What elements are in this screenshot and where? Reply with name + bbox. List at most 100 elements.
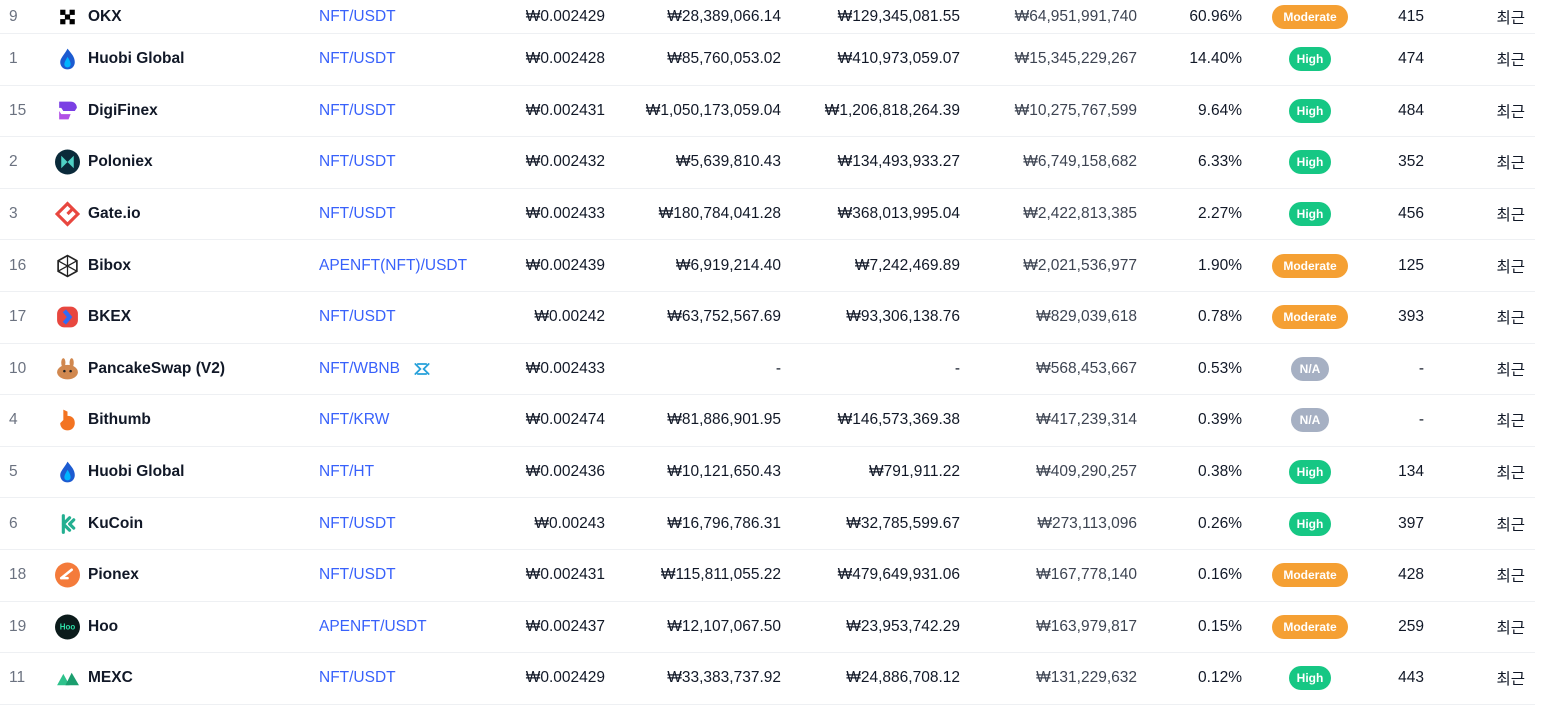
table-row[interactable]: 17 BKEX NFT/USDT ₩0.00242 ₩63,752,567.69 ₩93,… xyxy=(0,292,1535,344)
volume-cell: ₩2,021,536,977 xyxy=(1023,256,1137,274)
exchange-name-link[interactable]: Poloniex xyxy=(88,153,153,171)
depth-plus-cell: ₩85,760,053.02 xyxy=(667,50,781,68)
pionex-logo xyxy=(55,562,80,588)
pair-link[interactable]: NFT/HT xyxy=(319,463,374,481)
price-cell: ₩0.002428 xyxy=(525,50,605,68)
confidence-score-cell: 259 xyxy=(1398,617,1424,635)
confidence-score-cell: 415 xyxy=(1398,7,1424,25)
pair-link[interactable]: NFT/KRW xyxy=(319,411,389,429)
okx-logo xyxy=(55,4,80,29)
exchange-name-link[interactable]: Bithumb xyxy=(88,411,151,429)
price-cell: ₩0.002431 xyxy=(525,566,605,584)
liquidity-cell: N/A xyxy=(1272,408,1348,433)
liquidity-cell: Moderate xyxy=(1272,4,1348,29)
exchange-name-link[interactable]: MEXC xyxy=(88,669,133,687)
updated-cell: 최근 xyxy=(1496,258,1525,276)
exchange-name-link[interactable]: KuCoin xyxy=(88,515,143,533)
confidence-score-cell: 456 xyxy=(1398,205,1424,223)
liquidity-cell: High xyxy=(1272,202,1348,227)
table-row[interactable]: 3 Gate.io NFT/USDT ₩0.002433 ₩180,784,041.28… xyxy=(0,189,1535,241)
updated-cell: 최근 xyxy=(1496,52,1525,70)
liquidity-cell: High xyxy=(1272,98,1348,123)
volume-share-cell: 0.38% xyxy=(1198,463,1242,481)
table-row[interactable]: 15 DigiFinex NFT/USDT ₩0.002431 ₩1,050,173,0… xyxy=(0,86,1535,138)
dex-icon xyxy=(412,359,432,379)
price-cell: ₩0.00242 xyxy=(534,308,605,326)
price-cell: ₩0.002429 xyxy=(525,669,605,687)
table-row[interactable]: 6 KuCoin NFT/USDT ₩0.00243 ₩16,796,786.31 ₩32… xyxy=(0,498,1535,550)
pair-link[interactable]: NFT/USDT xyxy=(319,308,396,326)
depth-minus-cell: ₩24,886,708.12 xyxy=(846,669,960,687)
confidence-score-cell: 397 xyxy=(1398,514,1424,532)
updated-cell: 최근 xyxy=(1496,465,1525,483)
exchange-name-link[interactable]: DigiFinex xyxy=(88,102,158,120)
volume-cell: ₩417,239,314 xyxy=(1036,411,1137,429)
volume-cell: ₩64,951,991,740 xyxy=(1014,7,1137,25)
price-cell: ₩0.00243 xyxy=(534,514,605,532)
confidence-score-cell: - xyxy=(1418,359,1424,377)
table-row[interactable]: 1 Huobi Global NFT/USDT ₩0.002428 ₩85,760,05… xyxy=(0,34,1535,86)
table-row[interactable]: 10 PancakeSwap (V2) NFT/WBNB ₩0.002433 - - ₩56… xyxy=(0,344,1535,396)
pair-link[interactable]: APENFT(NFT)/USDT xyxy=(319,257,467,275)
pair-link[interactable]: NFT/USDT xyxy=(319,566,396,584)
depth-minus-cell: ₩368,013,995.04 xyxy=(837,205,960,223)
exchange-name-link[interactable]: Bibox xyxy=(88,257,131,275)
confidence-score-cell: 474 xyxy=(1398,50,1424,68)
exchange-name-link[interactable]: PancakeSwap (V2) xyxy=(88,360,225,378)
volume-cell: ₩409,290,257 xyxy=(1036,463,1137,481)
pair-link[interactable]: NFT/USDT xyxy=(319,515,396,533)
exchange-name-link[interactable]: Gate.io xyxy=(88,205,141,223)
huobi-logo xyxy=(55,47,80,72)
pair-link[interactable]: NFT/USDT xyxy=(319,153,396,171)
liquidity-badge: High xyxy=(1288,98,1332,123)
depth-plus-cell: ₩63,752,567.69 xyxy=(667,308,781,326)
table-row[interactable]: 19 Hoo Hoo APENFT/USDT ₩0.002437 ₩12,107,067.… xyxy=(0,602,1535,654)
confidence-score-cell: 134 xyxy=(1398,463,1424,481)
depth-plus-cell: ₩1,050,173,059.04 xyxy=(645,101,781,119)
updated-cell: 최근 xyxy=(1496,310,1525,328)
volume-cell: ₩568,453,667 xyxy=(1036,359,1137,377)
depth-plus-cell: ₩115,811,055.22 xyxy=(660,566,781,584)
depth-minus-cell: ₩93,306,138.76 xyxy=(846,308,960,326)
rank-cell: 18 xyxy=(9,566,27,584)
table-row[interactable]: 2 Poloniex NFT/USDT ₩0.002432 ₩5,639,810.43 ₩… xyxy=(0,137,1535,189)
table-row[interactable]: 18 Pionex NFT/USDT ₩0.002431 ₩115,811,055.22… xyxy=(0,550,1535,602)
pair-link[interactable]: NFT/USDT xyxy=(319,8,396,26)
depth-minus-cell: - xyxy=(954,359,960,377)
table-row[interactable]: 4 Bithumb NFT/KRW ₩0.002474 ₩81,886,901.95 ₩1… xyxy=(0,395,1535,447)
liquidity-cell: Moderate xyxy=(1272,614,1348,639)
exchange-name-link[interactable]: Huobi Global xyxy=(88,463,184,481)
exchange-name-link[interactable]: OKX xyxy=(88,8,122,26)
volume-share-cell: 0.53% xyxy=(1198,359,1242,377)
rank-cell: 2 xyxy=(9,153,18,171)
pair-link[interactable]: NFT/USDT xyxy=(319,205,396,223)
volume-share-cell: 14.40% xyxy=(1189,50,1242,68)
depth-plus-cell: ₩81,886,901.95 xyxy=(667,411,781,429)
pair-link[interactable]: NFT/WBNB xyxy=(319,360,400,378)
rank-cell: 15 xyxy=(9,101,27,119)
table-row[interactable]: 11 MEXC NFT/USDT ₩0.002429 ₩33,383,737.92 ₩24… xyxy=(0,653,1535,705)
exchange-name-link[interactable]: Hoo xyxy=(88,618,118,636)
table-row[interactable]: 16 Bibox APENFT(NFT)/USDT ₩0.002439 ₩6,919,2… xyxy=(0,240,1535,292)
table-row[interactable]: 5 Huobi Global NFT/HT ₩0.002436 ₩10,121,650.… xyxy=(0,447,1535,499)
updated-cell: 최근 xyxy=(1496,9,1525,27)
volume-cell: ₩273,113,096 xyxy=(1037,514,1137,532)
depth-plus-cell: - xyxy=(775,359,781,377)
liquidity-cell: Moderate xyxy=(1272,563,1348,588)
exchange-name-link[interactable]: Huobi Global xyxy=(88,50,184,68)
pair-link[interactable]: APENFT/USDT xyxy=(319,618,427,636)
gateio-logo xyxy=(54,201,81,227)
bibox-logo xyxy=(55,253,80,278)
table-row[interactable]: 9 OKX NFT/USDT ₩0.002429 ₩28,389,066.14 ₩129,… xyxy=(0,0,1535,34)
pair-link[interactable]: NFT/USDT xyxy=(319,669,396,687)
rank-cell: 5 xyxy=(9,463,18,481)
liquidity-cell: N/A xyxy=(1272,356,1348,381)
pair-link[interactable]: NFT/USDT xyxy=(319,102,396,120)
liquidity-badge: Moderate xyxy=(1272,253,1348,278)
pair-link[interactable]: NFT/USDT xyxy=(319,50,396,68)
exchange-name-link[interactable]: BKEX xyxy=(88,308,131,326)
volume-share-cell: 9.64% xyxy=(1198,101,1242,119)
exchange-name-link[interactable]: Pionex xyxy=(88,566,139,584)
depth-minus-cell: ₩129,345,081.55 xyxy=(837,7,960,25)
price-cell: ₩0.002429 xyxy=(525,7,605,25)
